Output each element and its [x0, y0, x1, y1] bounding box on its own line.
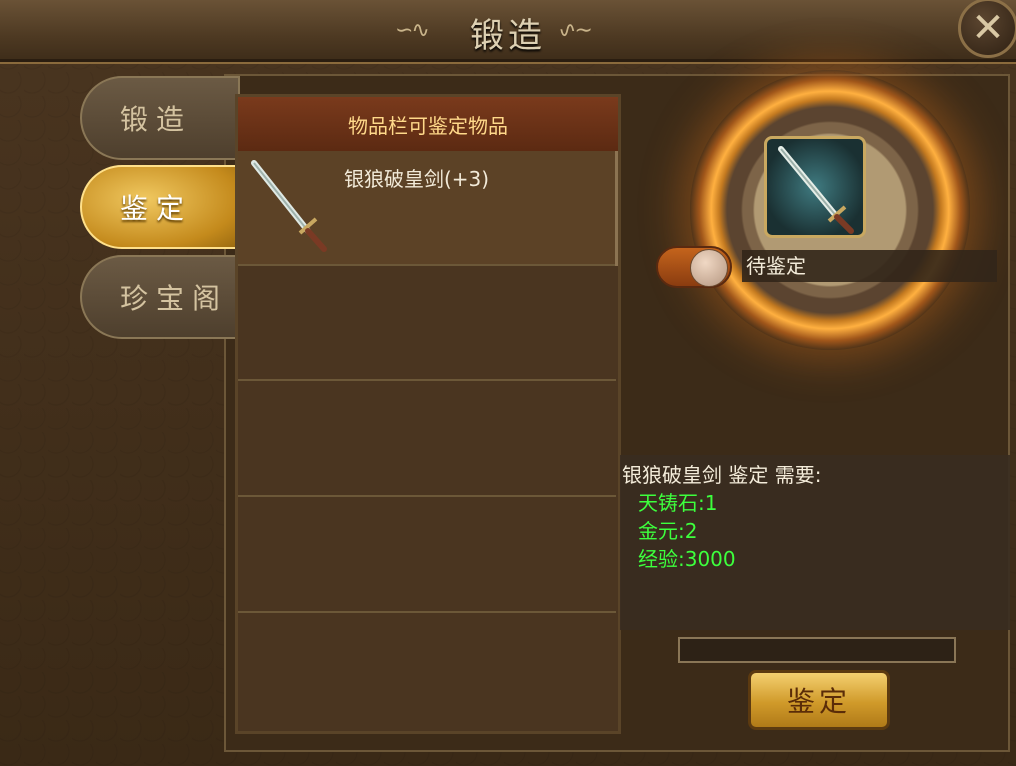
close-icon: ✕	[971, 5, 1005, 51]
sword-icon	[246, 155, 336, 259]
title-ornament-right-icon: ∽∿	[560, 18, 593, 43]
identify-button-label: 鉴定	[786, 685, 851, 718]
identifiable-items-list: 物品栏可鉴定物品 银狼破皇剑(+3)	[235, 94, 621, 734]
requirement-item: 经验:3000	[638, 547, 736, 571]
list-item[interactable]	[238, 382, 616, 497]
title-ornament-left-icon: ∽∿	[395, 18, 430, 43]
title-bar: ∽∿ 锻造 ∽∿	[0, 0, 1016, 64]
close-button[interactable]: ✕	[958, 0, 1016, 58]
identify-toggle[interactable]	[656, 246, 732, 288]
tab-forge[interactable]: 锻造	[80, 76, 240, 160]
identify-item-slot[interactable]	[764, 136, 866, 238]
toggle-knob	[690, 249, 728, 287]
list-scrollbar[interactable]	[615, 151, 618, 266]
tab-identify[interactable]: 鉴定	[80, 165, 240, 249]
list-item[interactable]: 银狼破皇剑(+3)	[238, 151, 616, 266]
window-title: 锻造	[470, 16, 546, 56]
tab-treasure-pavilion-label: 珍宝阁	[120, 282, 229, 315]
requirement-item: 天铸石:1	[638, 491, 718, 515]
requirement-item: 金元:2	[638, 519, 698, 543]
item-name: 银狼破皇剑(+3)	[344, 167, 490, 191]
sword-icon	[767, 146, 863, 239]
tab-treasure-pavilion[interactable]: 珍宝阁	[80, 255, 240, 339]
list-item[interactable]	[238, 266, 616, 381]
identify-status: 待鉴定	[742, 250, 997, 282]
tab-forge-label: 锻造	[120, 103, 193, 136]
requirements-panel: 银狼破皇剑 鉴定 需要: 天铸石:1 金元:2 经验:3000	[620, 455, 1010, 630]
list-item[interactable]	[238, 498, 616, 613]
identify-button[interactable]: 鉴定	[748, 670, 890, 730]
forge-window: ∽∿ 锻造 ∽∿ ✕ 锻造 鉴定 珍宝阁 物品栏可鉴定物品 银狼破皇剑(+3)	[0, 0, 1016, 766]
requirements-title: 银狼破皇剑 鉴定 需要:	[622, 463, 822, 487]
list-item[interactable]	[238, 614, 616, 729]
tab-identify-label: 鉴定	[120, 192, 193, 225]
progress-bar	[678, 637, 956, 663]
list-header: 物品栏可鉴定物品	[238, 97, 618, 152]
